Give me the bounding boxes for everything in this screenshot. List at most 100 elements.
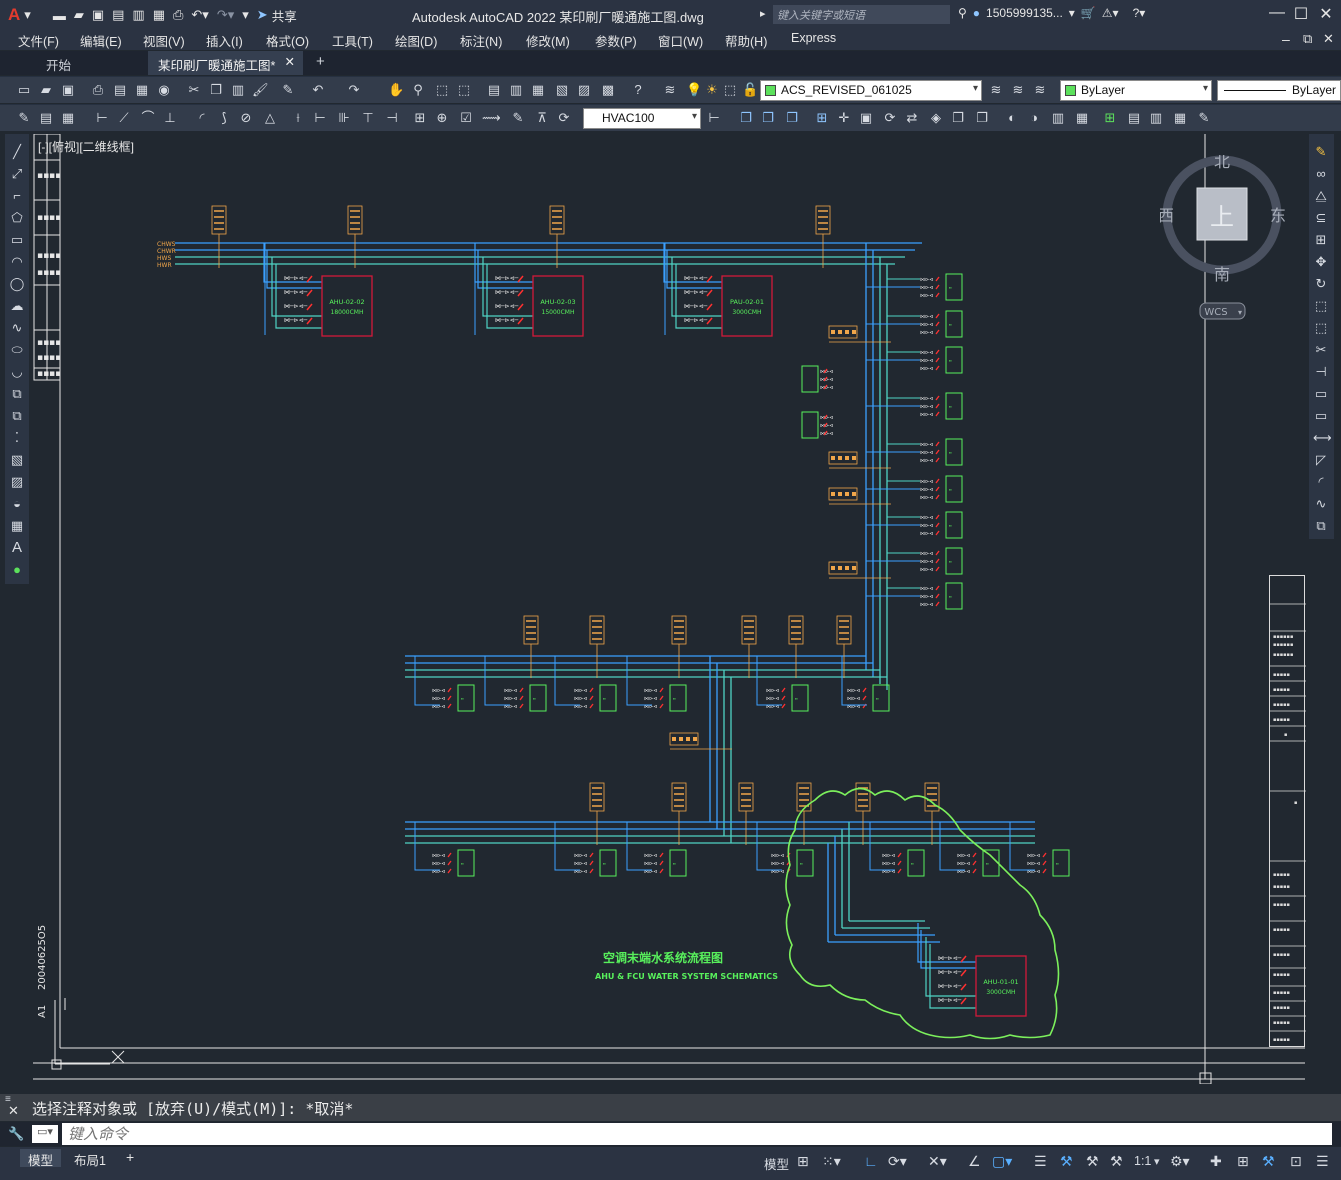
construction-line-icon[interactable]: ⤢: [9, 166, 25, 182]
tab-layout1[interactable]: 布局1: [66, 1149, 114, 1168]
space-icon[interactable]: ⊤: [360, 110, 376, 126]
modify-tool-9-icon[interactable]: ◈: [928, 110, 944, 126]
aligned-dim-icon[interactable]: ⟋: [116, 110, 132, 126]
auto-scale-icon[interactable]: ⚒: [1086, 1153, 1099, 1170]
quick-dim-icon[interactable]: ⟊: [290, 110, 306, 126]
scale-chevron-icon[interactable]: ▾: [1154, 1155, 1160, 1168]
baseline-icon[interactable]: ⊢: [312, 110, 328, 126]
units-icon[interactable]: ⊞: [1237, 1153, 1249, 1170]
modify-tool-7-icon[interactable]: ⟳: [882, 110, 898, 126]
insert-block-icon[interactable]: ⧉: [9, 386, 25, 402]
modify-tool-19-icon[interactable]: ▦: [1172, 110, 1188, 126]
make-block-icon[interactable]: ⧉: [9, 408, 25, 424]
polygon-icon[interactable]: ⬠: [9, 210, 25, 226]
workspace-gear-icon[interactable]: ⚙▾: [1170, 1153, 1190, 1170]
customize-status-icon[interactable]: ☰: [1316, 1153, 1329, 1170]
tool-palettes-icon[interactable]: ▦: [530, 82, 546, 98]
modify-tool-15-icon[interactable]: ▦: [1074, 110, 1090, 126]
new-layout-icon[interactable]: +: [120, 1149, 140, 1167]
save-tb-icon[interactable]: ▣: [60, 82, 76, 98]
user-chevron-icon[interactable]: ▾: [1069, 6, 1075, 20]
grid-icon[interactable]: ⊞: [797, 1153, 809, 1170]
jogged-linear-icon[interactable]: ⟿: [482, 110, 501, 126]
layer-on-icon[interactable]: 💡: [686, 82, 702, 98]
osnap-icon[interactable]: ✕▾: [928, 1153, 947, 1170]
menu-express[interactable]: Express: [791, 31, 836, 45]
expand-search-icon[interactable]: ▸: [760, 7, 766, 20]
zoom-realtime-icon[interactable]: ⚲: [410, 82, 426, 98]
help-icon[interactable]: ?▾: [1133, 6, 1146, 20]
modify-tool-10-icon[interactable]: ❐: [950, 110, 966, 126]
menu-insert[interactable]: 插入(I): [206, 31, 243, 50]
copy-object-icon[interactable]: ∞: [1313, 166, 1329, 182]
zoom-previous-icon[interactable]: ⬚: [456, 82, 472, 98]
gradient-icon[interactable]: ▨: [9, 474, 25, 490]
snap-icon[interactable]: ⁙▾: [822, 1153, 841, 1170]
menu-view[interactable]: 视图(V): [143, 31, 185, 50]
angular-icon[interactable]: △: [262, 110, 278, 126]
modify-tool-12-icon[interactable]: ◐: [1004, 110, 1020, 126]
minimize-icon[interactable]: —: [1265, 4, 1289, 22]
menu-file[interactable]: 文件(F): [18, 31, 59, 50]
command-close-icon[interactable]: ✕: [8, 1103, 19, 1119]
qnew-icon[interactable]: ▭: [16, 82, 32, 98]
polyline-icon[interactable]: ⌐: [9, 188, 25, 204]
ordinate-icon[interactable]: ⊥: [162, 110, 178, 126]
modify-tool-6-icon[interactable]: ▣: [858, 110, 874, 126]
search-icon[interactable]: ⚲: [958, 6, 967, 20]
ellipse-icon[interactable]: ⬭: [9, 342, 25, 358]
modify-tool-13-icon[interactable]: ◑: [1026, 110, 1042, 126]
modify-tool-8-icon[interactable]: ⇄: [904, 110, 920, 126]
autodesk-app-icon[interactable]: ⚠▾: [1102, 6, 1119, 20]
array-icon[interactable]: ⊞: [1313, 232, 1329, 248]
dim-update-tb-icon[interactable]: ⟳: [556, 110, 572, 126]
modify-tool-20-icon[interactable]: ✎: [1196, 110, 1212, 126]
modify-tool-2-icon[interactable]: ❐: [760, 110, 776, 126]
otrack-icon[interactable]: ∠: [968, 1153, 981, 1170]
break-at-point-icon[interactable]: ▭: [1313, 386, 1329, 402]
app-menu-chevron-icon[interactable]: ▾: [20, 7, 35, 23]
markup-icon[interactable]: ▨: [576, 82, 592, 98]
menu-modify[interactable]: 修改(M): [526, 31, 570, 50]
maximize-icon[interactable]: ☐: [1289, 4, 1313, 24]
match-prop-icon[interactable]: 🖌: [252, 82, 269, 98]
save-icon[interactable]: ▣: [88, 7, 108, 23]
rectangle-icon[interactable]: ▭: [9, 232, 25, 248]
linear-dim-icon[interactable]: ⊢: [94, 110, 110, 126]
modify-tool-18-icon[interactable]: ▥: [1148, 110, 1164, 126]
diameter-icon[interactable]: ⊘: [238, 110, 254, 126]
tab-close-icon[interactable]: ✕: [285, 54, 295, 69]
close-icon[interactable]: ✕: [1314, 4, 1338, 24]
menu-parametric[interactable]: 参数(P): [595, 31, 637, 50]
dim-override-icon[interactable]: ▦: [60, 110, 76, 126]
print-icon[interactable]: ⎙: [169, 7, 187, 23]
mtext-icon[interactable]: A: [9, 540, 25, 556]
clean-screen-icon[interactable]: ⊡: [1290, 1153, 1302, 1170]
publish-tb-icon[interactable]: ▦: [134, 82, 150, 98]
open-icon[interactable]: ▰: [38, 82, 54, 98]
layer-vp-freeze-icon[interactable]: ⬚: [722, 82, 738, 98]
ellipse-arc-icon[interactable]: ◡: [9, 364, 25, 380]
cart-icon[interactable]: 🛒: [1081, 6, 1096, 20]
tolerance-icon[interactable]: ⊞: [412, 110, 428, 126]
block-editor-icon[interactable]: ✎: [280, 82, 296, 98]
copy-icon[interactable]: ❐: [208, 82, 224, 98]
chamfer-icon[interactable]: ◸: [1313, 452, 1329, 468]
quick-properties-icon[interactable]: ⚒: [1262, 1153, 1275, 1170]
lineweight-icon[interactable]: ☰: [1034, 1153, 1047, 1170]
offset-icon[interactable]: ⊆: [1313, 210, 1329, 226]
modify-tool-17-icon[interactable]: ▤: [1126, 110, 1142, 126]
tab-drawing[interactable]: 某印刷厂暖通施工图* ✕: [148, 51, 303, 75]
region-icon[interactable]: ◒: [9, 496, 25, 512]
cut-icon[interactable]: ✂: [186, 82, 202, 98]
drawing-canvas[interactable]: ▪▪ ▪▪ ▪▪ ▪▪ ▪▪ ▪▪ ▪▪ ▪▪ ▪▪ ▪▪ ▪▪ ▪▪ ▪▪ ▪▪ 20040…: [33, 134, 1305, 1084]
help-tb-icon[interactable]: ?: [630, 82, 646, 98]
color-combo[interactable]: ByLayer ▾: [1060, 80, 1212, 101]
tab-model[interactable]: 模型: [20, 1149, 62, 1168]
inspect-icon[interactable]: ☑: [458, 110, 474, 126]
compass-east[interactable]: 东: [1270, 206, 1286, 225]
layer-states-icon[interactable]: ≋: [1032, 82, 1048, 98]
arc-length-icon[interactable]: ⌒: [140, 110, 156, 126]
menu-help[interactable]: 帮助(H): [725, 31, 767, 50]
modify-tool-4-icon[interactable]: ⊞: [814, 110, 830, 126]
